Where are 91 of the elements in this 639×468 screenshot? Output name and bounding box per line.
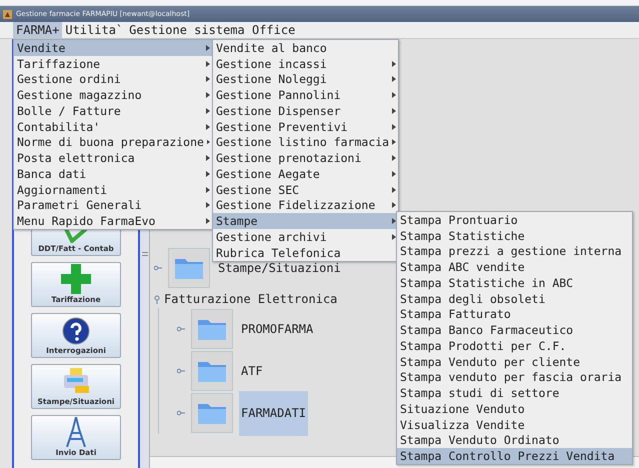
menu-item[interactable]: Banca dati	[14, 166, 212, 182]
folder-icon	[197, 401, 227, 425]
menu-item[interactable]: Gestione magazzino	[14, 87, 212, 103]
submenu-arrow-icon	[206, 139, 210, 146]
submenu-arrow-icon	[206, 186, 210, 193]
menu-item[interactable]: Gestione Dispenser	[213, 103, 398, 119]
menu-item[interactable]: Vendite al banco	[213, 40, 398, 56]
menu-item[interactable]: Contabilita'	[14, 118, 212, 134]
menu-item[interactable]: Rubrica Telefonica	[213, 244, 398, 260]
submenu-arrow-icon	[206, 108, 210, 114]
submenu-arrow-icon	[392, 186, 396, 193]
menu-item[interactable]: Vendite	[14, 40, 212, 56]
tree-node-label[interactable]: Stampe/Situazioni	[216, 260, 343, 274]
submenu-arrow-icon	[206, 202, 210, 208]
check-icon	[64, 227, 88, 243]
menu-bar-item[interactable]: Utilita`	[62, 22, 126, 38]
menu-item[interactable]: Stampa Venduto Ordinato	[397, 432, 632, 448]
menu-item[interactable]: Stampa prezzi a gestione interna	[397, 244, 632, 260]
menu-item[interactable]: Gestione prenotazioni	[213, 150, 398, 166]
folder-icon	[197, 359, 227, 383]
tree-node-label[interactable]: ATF	[239, 364, 265, 378]
printer-icon	[61, 366, 91, 396]
menu-item[interactable]: Gestione SEC	[213, 182, 398, 198]
folder-tile[interactable]	[191, 351, 233, 391]
menu-bar-item[interactable]: FARMA+	[13, 22, 62, 38]
menu-item[interactable]: Stampa studi di settore	[397, 385, 632, 401]
tower-icon	[65, 417, 87, 447]
menu-item[interactable]: Stampa Statistiche in ABC	[397, 275, 632, 291]
menu-item[interactable]: Aggiornamenti	[14, 182, 212, 198]
submenu-arrow-icon	[392, 108, 396, 114]
submenu-arrow-icon	[392, 139, 396, 146]
folder-icon	[197, 317, 227, 341]
tree-node-label[interactable]: PROMOFARMA	[239, 322, 316, 336]
menu-item[interactable]: Stampa venduto per fascia oraria	[397, 370, 632, 386]
menu-item[interactable]: Gestione listino farmacia	[213, 134, 398, 150]
submenu-arrow-icon	[206, 170, 210, 177]
folder-tile[interactable]	[168, 248, 210, 288]
submenu-arrow-icon	[206, 92, 210, 98]
menu-item[interactable]: Posta elettronica	[14, 150, 212, 166]
menu-item[interactable]: Stampa Banco Farmaceutico	[397, 322, 632, 338]
tree-node-label[interactable]: FARMADATI	[239, 390, 308, 436]
submenu-arrow-icon	[206, 60, 210, 67]
question-icon	[62, 317, 90, 345]
menu-item[interactable]: Gestione Pannolini	[213, 87, 398, 103]
submenu-arrow-icon	[392, 170, 396, 177]
menu-item[interactable]: Situazione Venduto	[397, 401, 632, 417]
tree-expander-icon	[177, 410, 185, 416]
menu-item[interactable]: Bolle / Fatture	[14, 103, 212, 119]
menu-item[interactable]: Stampa Controllo Prezzi Vendita	[397, 448, 632, 464]
submenu-arrow-icon	[392, 234, 396, 240]
tree-expander-icon	[177, 326, 185, 332]
submenu-arrow-icon	[392, 60, 396, 67]
submenu-arrow-icon	[392, 124, 396, 130]
menu-item[interactable]: Stampa degli obsoleti	[397, 290, 632, 306]
submenu-arrow-icon	[206, 76, 210, 82]
menu-item[interactable]: Parametri Generali	[14, 198, 212, 214]
tree-node-label[interactable]: Fatturazione Elettronica	[162, 292, 340, 306]
menu-item[interactable]: Gestione Preventivi	[213, 118, 398, 134]
submenu-arrow-icon	[206, 155, 210, 162]
menu-item[interactable]: Stampa ABC vendite	[397, 259, 632, 275]
menu-bar-item[interactable]: Gestione sistema Office	[126, 22, 298, 38]
folder-tile[interactable]	[191, 309, 233, 349]
submenu-arrow-icon	[206, 124, 210, 130]
folder-tile[interactable]	[191, 393, 233, 433]
menu-item[interactable]: Gestione Fidelizzazione	[213, 198, 398, 214]
menu-item[interactable]: Stampa Prontuario	[397, 212, 632, 228]
menu-item[interactable]: Stampa Fatturato	[397, 306, 632, 322]
menu-item[interactable]: Gestione incassi	[213, 56, 398, 72]
menu-item[interactable]: Gestione Aegate	[213, 166, 398, 182]
menu-item[interactable]: Gestione archivi	[213, 229, 398, 245]
submenu-arrow-icon	[392, 202, 396, 208]
menu-item[interactable]: Norme di buona preparazione	[14, 134, 212, 150]
tree-expander-icon	[177, 368, 185, 374]
menu-item[interactable]: Stampa Prodotti per C.F.	[397, 338, 632, 354]
submenu-arrow-icon	[206, 218, 210, 224]
menu-item[interactable]: Gestione ordini	[14, 72, 212, 88]
app-icon	[3, 10, 12, 18]
menu-item[interactable]: Stampa Venduto per cliente	[397, 354, 632, 370]
menu-item[interactable]: Stampa Statistiche	[397, 228, 632, 244]
submenu-arrow-icon	[392, 155, 396, 162]
submenu-arrow-icon	[392, 92, 396, 98]
menu-item[interactable]: Tariffazione	[14, 56, 212, 72]
submenu-arrow-icon	[392, 76, 396, 82]
submenu-arrow-icon	[392, 218, 396, 224]
menu-item[interactable]: Gestione Noleggi	[213, 72, 398, 88]
menu-item[interactable]: Visualizza Vendite	[397, 416, 632, 432]
menu-item[interactable]: Stampe	[213, 213, 398, 229]
submenu-arrow-icon	[206, 44, 210, 51]
cross-icon	[61, 264, 91, 294]
tree-expander-icon[interactable]	[154, 294, 160, 304]
tree-expander-icon	[154, 264, 162, 270]
